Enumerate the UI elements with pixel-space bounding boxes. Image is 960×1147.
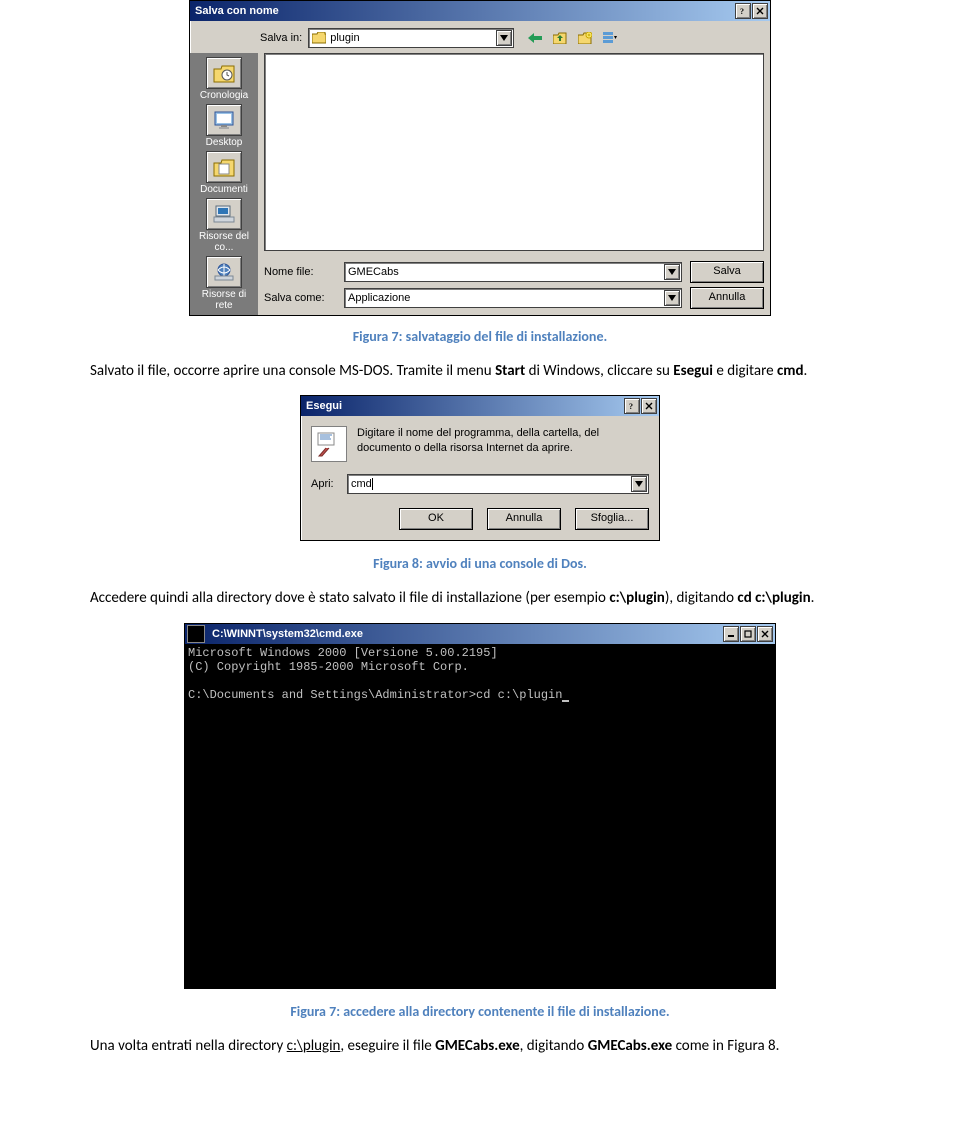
titlebar: Salva con nome ?	[190, 1, 770, 21]
minimize-button[interactable]	[723, 626, 739, 642]
text: .	[804, 362, 808, 380]
annulla-button[interactable]: Annulla	[487, 508, 561, 530]
place-desktop[interactable]: Desktop	[194, 104, 254, 148]
ok-button[interactable]: OK	[399, 508, 473, 530]
file-list-area[interactable]	[264, 53, 764, 251]
titlebar: C:\WINNT\system32\cmd.exe	[185, 624, 775, 644]
text-bold: Esegui	[673, 362, 713, 380]
maximize-button[interactable]	[740, 626, 756, 642]
sfoglia-button[interactable]: Sfoglia...	[575, 508, 649, 530]
titlebar: Esegui ?	[301, 396, 659, 416]
save-in-label: Salva in:	[260, 32, 302, 44]
folder-icon	[312, 32, 326, 44]
save-as-type-combo[interactable]: Applicazione	[344, 288, 682, 308]
text-cursor	[372, 478, 373, 490]
figure8-caption: Figura 8: avvio di una console di Dos.	[90, 555, 870, 572]
save-button[interactable]: Salva	[690, 261, 764, 283]
text: Accedere quindi alla directory dove è st…	[90, 589, 609, 607]
toolbar-buttons	[524, 27, 621, 49]
dialog-title: Salva con nome	[192, 5, 734, 17]
text-bold: GMECabs.exe	[588, 1037, 672, 1055]
save-as-type-label: Salva come:	[264, 292, 344, 304]
place-history-label: Cronologia	[194, 90, 254, 101]
help-button[interactable]: ?	[624, 398, 640, 414]
text: , digitando	[520, 1037, 588, 1055]
run-dialog: Esegui ? Digitare il nome del programma,…	[300, 395, 660, 541]
cmd-prompt: C:\Documents and Settings\Administrator>	[188, 688, 476, 702]
text-bold: c:\plugin	[609, 589, 665, 607]
save-in-value: plugin	[330, 32, 359, 44]
computer-icon	[206, 198, 242, 230]
filename-combo[interactable]: GMECabs	[344, 262, 682, 282]
text-bold: Start	[495, 362, 525, 380]
place-history[interactable]: Cronologia	[194, 57, 254, 101]
desktop-icon	[206, 104, 242, 136]
place-mycomputer-label: Risorse del co...	[194, 231, 254, 253]
text: , eseguire il file	[340, 1037, 435, 1055]
apri-label: Apri:	[311, 478, 347, 490]
save-as-dialog: Salva con nome ? Salva in: plugin	[189, 0, 771, 316]
save-in-combo[interactable]: plugin	[308, 28, 514, 48]
cmd-title: C:\WINNT\system32\cmd.exe	[209, 628, 722, 640]
paragraph-2: Accedere quindi alla directory dove è st…	[90, 588, 870, 608]
figure7-caption: Figura 7: salvataggio del file di instal…	[90, 328, 870, 345]
figure7b-caption: Figura 7: accedere alla directory conten…	[90, 1003, 870, 1020]
place-network-label: Risorse di rete	[194, 289, 254, 311]
network-icon	[206, 256, 242, 288]
save-in-row: Salva in: plugin	[190, 21, 770, 53]
text: Una volta entrati nella directory	[90, 1037, 287, 1055]
documents-icon	[206, 151, 242, 183]
paragraph-3: Una volta entrati nella directory c:\plu…	[90, 1036, 870, 1056]
run-description: Digitare il nome del programma, della ca…	[357, 426, 649, 455]
text-underline: c:\plugin	[287, 1037, 341, 1055]
filename-value: GMECabs	[348, 266, 399, 278]
paragraph-1: Salvato il file, occorre aprire una cons…	[90, 361, 870, 381]
cmd-cursor	[562, 700, 569, 702]
cmd-window: C:\WINNT\system32\cmd.exe Microsoft Wind…	[184, 623, 776, 989]
back-icon[interactable]	[524, 27, 546, 49]
cancel-button[interactable]: Annulla	[690, 287, 764, 309]
dropdown-arrow[interactable]	[496, 30, 512, 46]
cmd-icon	[187, 625, 205, 643]
svg-text:?: ?	[629, 402, 633, 410]
run-dialog-icon	[311, 426, 347, 462]
close-button[interactable]	[641, 398, 657, 414]
text-bold: cmd	[777, 362, 804, 380]
text-bold: GMECabs.exe	[435, 1037, 519, 1055]
dropdown-arrow[interactable]	[631, 476, 647, 492]
place-desktop-label: Desktop	[194, 137, 254, 148]
place-documents-label: Documenti	[194, 184, 254, 195]
place-mycomputer[interactable]: Risorse del co...	[194, 198, 254, 253]
close-button[interactable]	[757, 626, 773, 642]
up-one-level-icon[interactable]	[549, 27, 571, 49]
save-as-type-value: Applicazione	[348, 292, 410, 304]
text: di Windows, cliccare su	[525, 362, 673, 380]
text: e digitare	[713, 362, 777, 380]
new-folder-icon[interactable]	[574, 27, 596, 49]
place-network[interactable]: Risorse di rete	[194, 256, 254, 311]
text: Salvato il file, occorre aprire una cons…	[90, 362, 495, 380]
filename-label: Nome file:	[264, 266, 344, 278]
places-bar: Cronologia Desktop Documenti	[190, 53, 258, 315]
svg-text:?: ?	[740, 7, 744, 15]
cmd-output[interactable]: Microsoft Windows 2000 [Versione 5.00.21…	[185, 644, 775, 988]
close-button[interactable]	[752, 3, 768, 19]
place-documents[interactable]: Documenti	[194, 151, 254, 195]
apri-value: cmd	[351, 478, 372, 490]
view-menu-icon[interactable]	[599, 27, 621, 49]
text: ), digitando	[665, 589, 738, 607]
text: .	[811, 589, 815, 607]
text-bold: cd c:\plugin	[737, 589, 810, 607]
dropdown-arrow[interactable]	[664, 264, 680, 280]
text: come in Figura 8.	[672, 1037, 779, 1055]
cmd-typed: cd c:\plugin	[476, 688, 562, 702]
dropdown-arrow[interactable]	[664, 290, 680, 306]
help-button[interactable]: ?	[735, 3, 751, 19]
cmd-line: Microsoft Windows 2000 [Versione 5.00.21…	[188, 646, 498, 660]
apri-combo[interactable]: cmd	[347, 474, 649, 494]
dialog-title: Esegui	[303, 400, 623, 412]
cmd-line: (C) Copyright 1985-2000 Microsoft Corp.	[188, 660, 469, 674]
history-icon	[206, 57, 242, 89]
